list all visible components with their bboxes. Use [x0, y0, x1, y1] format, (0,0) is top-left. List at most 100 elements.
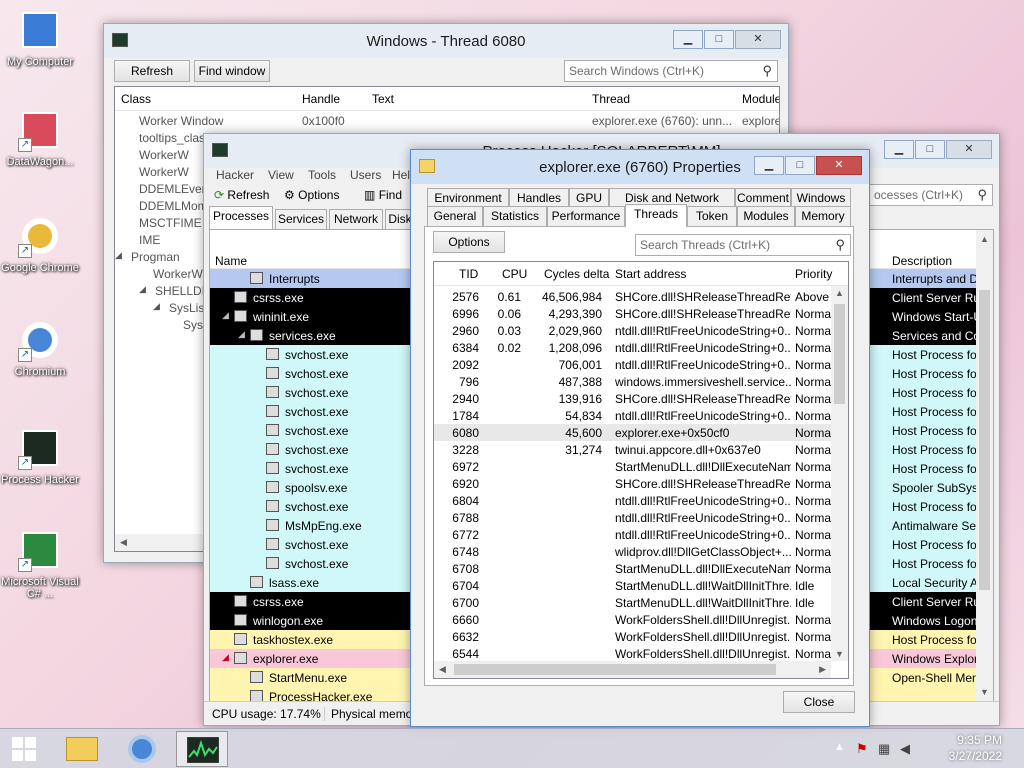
thread-row[interactable]: 6704 StartMenuDLL.dll!WaitDllInitThre... I…: [434, 577, 831, 594]
taskbar-chromium[interactable]: [116, 731, 168, 767]
tab-token[interactable]: Token: [687, 206, 737, 226]
tab-gpu[interactable]: GPU: [569, 188, 609, 208]
maximize-button[interactable]: □: [915, 140, 945, 159]
thread-row[interactable]: 6748 wlidprov.dll!DllGetClassObject+... No…: [434, 543, 833, 560]
tab-performance[interactable]: Performance: [547, 206, 625, 226]
thread-row[interactable]: 3228 31,274 twinui.appcore.dll+0x637e0 Norm…: [434, 441, 833, 458]
desktop-icon-datawagon[interactable]: ↗ DataWagon...: [0, 108, 80, 168]
taskbar-file-explorer[interactable]: [56, 731, 108, 767]
horizontal-scrollbar[interactable]: ◀ ▶: [434, 661, 831, 678]
menu-item[interactable]: View: [268, 168, 294, 182]
close-button[interactable]: ✕: [946, 140, 992, 159]
thread-row[interactable]: 6996 0.06 4,293,390 SHCore.dll!SHReleaseThr…: [434, 305, 833, 322]
minimize-button[interactable]: ▁: [754, 156, 784, 175]
find-window-button[interactable]: Find window: [194, 60, 270, 82]
find-toolbar-button[interactable]: ▥ Find: [364, 188, 402, 202]
thread-row[interactable]: 2960 0.03 2,029,960 ntdll.dll!RtlFreeUnicod…: [434, 322, 833, 339]
tab-environment[interactable]: Environment: [427, 188, 509, 208]
column-cpu[interactable]: CPU: [502, 267, 527, 281]
desktop-icon-computer[interactable]: My Computer: [0, 8, 80, 68]
thread-row[interactable]: 6920 SHCore.dll!SHReleaseThreadRef... Norm…: [434, 475, 833, 492]
thread-row[interactable]: 6772 ntdll.dll!RtlFreeUnicodeString+0... N…: [434, 526, 833, 543]
thread-row[interactable]: 6384 0.02 1,208,096 ntdll.dll!RtlFreeUnicod…: [434, 339, 833, 356]
clock-time[interactable]: 9:35 PM: [957, 733, 1002, 747]
column-text[interactable]: Text: [372, 92, 394, 106]
column-start-address[interactable]: Start address: [615, 267, 686, 281]
volume-icon[interactable]: ◀: [900, 741, 910, 757]
collapse-arrow-icon[interactable]: ◢: [222, 652, 229, 663]
minimize-button[interactable]: ▁: [673, 30, 703, 49]
scrollbar-thumb[interactable]: [979, 290, 990, 590]
column-cycles-delta[interactable]: Cycles delta: [544, 267, 609, 281]
maximize-button[interactable]: □: [785, 156, 815, 175]
thread-row[interactable]: 6972 StartMenuDLL.dll!DllExecuteNam... Nor…: [434, 458, 833, 475]
search-processes-input[interactable]: ocesses (Ctrl+K) ⚲: [869, 184, 993, 206]
options-button[interactable]: Options: [433, 231, 505, 253]
close-dialog-button[interactable]: Close: [783, 691, 855, 713]
thread-row[interactable]: 6660 WorkFoldersShell.dll!DllUnregist... N…: [434, 611, 833, 628]
close-button[interactable]: ✕: [735, 30, 781, 49]
scrollbar-thumb[interactable]: [834, 304, 845, 404]
tab-comment[interactable]: Comment: [735, 188, 791, 208]
column-thread[interactable]: Thread: [592, 92, 630, 106]
thread-row[interactable]: 6080 45,600 explorer.exe+0x50cf0 Normal: [434, 424, 834, 441]
menu-item[interactable]: Hacker: [216, 168, 254, 182]
thread-row[interactable]: 6700 StartMenuDLL.dll!WaitDllInitThre... I…: [434, 594, 831, 611]
menu-item[interactable]: Tools: [308, 168, 336, 182]
thread-row[interactable]: 796 487,388 windows.immersiveshell.service…: [434, 373, 834, 390]
expand-arrow-icon[interactable]: ◢: [139, 284, 146, 295]
thread-row[interactable]: 6788 ntdll.dll!RtlFreeUnicodeString+0... N…: [434, 509, 833, 526]
thread-row[interactable]: 2092 706,001 ntdll.dll!RtlFreeUnicodeStrin…: [434, 356, 833, 373]
tab-processes[interactable]: Processes: [209, 206, 273, 229]
refresh-toolbar-button[interactable]: ⟳ Refresh: [214, 188, 269, 202]
show-hidden-icons[interactable]: ▲: [834, 741, 845, 753]
expand-arrow-icon[interactable]: ◢: [115, 250, 122, 261]
scrollbar-thumb[interactable]: [454, 664, 776, 675]
thread-row[interactable]: 6708 StartMenuDLL.dll!DllExecuteNam... Nor…: [434, 560, 833, 577]
collapse-arrow-icon[interactable]: ◢: [238, 329, 245, 340]
clock-date[interactable]: 3/27/2022: [949, 749, 1002, 763]
tab-network[interactable]: Network: [329, 209, 383, 229]
column-description[interactable]: Description: [892, 254, 952, 268]
column-handle[interactable]: Handle: [302, 92, 340, 106]
column-name[interactable]: Name: [215, 254, 247, 268]
tab-general[interactable]: General: [427, 206, 483, 226]
thread-row[interactable]: 6632 WorkFoldersShell.dll!DllUnregist... N…: [434, 628, 833, 645]
thread-row[interactable]: 6804 ntdll.dll!RtlFreeUnicodeString+0... N…: [434, 492, 833, 509]
desktop-icon-visual-csharp[interactable]: ↗ Microsoft Visual C# ...: [0, 528, 80, 600]
collapse-arrow-icon[interactable]: ◢: [222, 310, 229, 321]
properties-titlebar[interactable]: explorer.exe (6760) Properties ▁ □ ✕: [411, 150, 869, 184]
network-icon[interactable]: ▦: [878, 741, 890, 757]
vertical-scrollbar[interactable]: ▲ ▼: [831, 286, 848, 661]
vertical-scrollbar[interactable]: ▲ ▼: [976, 230, 993, 701]
menu-item[interactable]: Users: [350, 168, 381, 182]
desktop-icon-process-hacker[interactable]: ↗ Process Hacker: [0, 426, 80, 486]
desktop-icon-chromium[interactable]: ↗ Chromium: [0, 318, 80, 378]
menu-item[interactable]: Hel: [392, 168, 410, 182]
minimize-button[interactable]: ▁: [884, 140, 914, 159]
options-toolbar-button[interactable]: ⚙ Options: [284, 188, 339, 202]
tab-statistics[interactable]: Statistics: [483, 206, 547, 226]
table-row[interactable]: Worker Window 0x100f0 explorer.exe (6760):…: [115, 112, 779, 129]
start-button[interactable]: [0, 731, 48, 767]
tab-services[interactable]: Services: [275, 209, 327, 229]
desktop-icon-chrome[interactable]: ↗ Google Chrome: [0, 214, 80, 274]
search-windows-input[interactable]: Search Windows (Ctrl+K) ⚲: [564, 60, 778, 82]
column-module[interactable]: Module: [742, 92, 779, 106]
column-class[interactable]: Class: [121, 92, 151, 106]
thread-row[interactable]: 2576 0.61 46,506,984 SHCore.dll!SHReleaseTh…: [434, 288, 839, 305]
tab-threads[interactable]: Threads: [625, 204, 687, 227]
action-center-icon[interactable]: ⚑: [856, 741, 868, 757]
windows-thread-titlebar[interactable]: Windows - Thread 6080 ▁ □ ✕: [104, 24, 788, 58]
refresh-button[interactable]: Refresh: [114, 60, 190, 82]
column-priority[interactable]: Priority: [795, 267, 832, 281]
taskbar-process-hacker[interactable]: [176, 731, 228, 767]
threads-list[interactable]: TID CPU Cycles delta Start address Prior…: [433, 261, 849, 679]
tab-windows[interactable]: Windows: [791, 188, 851, 208]
maximize-button[interactable]: □: [704, 30, 734, 49]
search-threads-input[interactable]: Search Threads (Ctrl+K) ⚲: [635, 234, 851, 256]
column-tid[interactable]: TID: [459, 267, 478, 281]
close-button[interactable]: ✕: [816, 156, 862, 175]
thread-row[interactable]: 2940 139,916 SHCore.dll!SHReleaseThreadRef…: [434, 390, 833, 407]
thread-row[interactable]: 1784 54,834 ntdll.dll!RtlFreeUnicodeString…: [434, 407, 833, 424]
